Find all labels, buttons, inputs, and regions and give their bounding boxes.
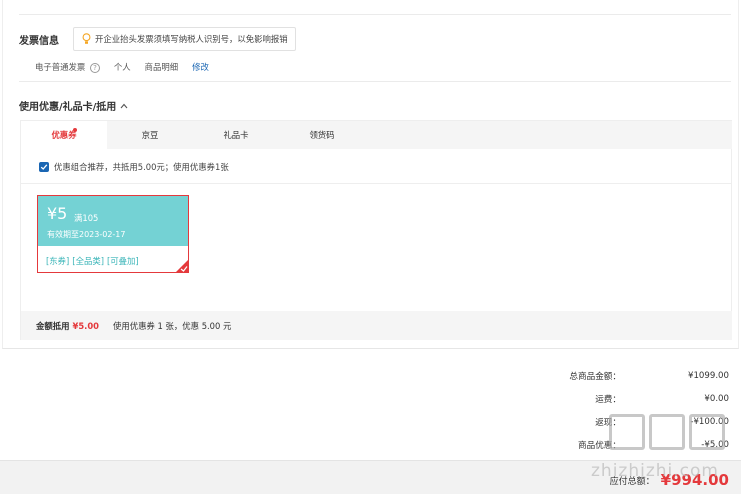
summary-row: 总商品金额： ¥1099.00 bbox=[559, 364, 729, 387]
order-summary: 总商品金额： ¥1099.00 运费： ¥0.00 返现： -¥100.00 商… bbox=[559, 364, 729, 456]
coupon-valid-date: 有效期至2023-02-17 bbox=[47, 230, 126, 239]
coupon-card-header: ¥5 满105 有效期至2023-02-17 bbox=[38, 196, 188, 246]
coupon-tag: [全品类] bbox=[72, 256, 104, 266]
divider bbox=[19, 81, 731, 82]
payable-amount: ¥994.00 bbox=[660, 471, 729, 489]
footer-detail: 使用优惠券 1 张，优惠 5.00 元 bbox=[113, 320, 232, 331]
check-icon bbox=[40, 164, 48, 170]
invoice-type: 电子普通发票 ? bbox=[35, 61, 100, 73]
coupon-tags: [东券] [全品类] [可叠加] bbox=[46, 255, 139, 267]
coupon-box: 优惠券 京豆 礼品卡 领货码 优惠组合推荐，共抵用5.00元；使用优惠券1张 ¥… bbox=[20, 120, 732, 340]
summary-value: -¥100.00 bbox=[690, 416, 729, 427]
tab-coupon[interactable]: 优惠券 bbox=[21, 121, 107, 149]
tab-gift-card[interactable]: 礼品卡 bbox=[193, 121, 279, 149]
summary-value: -¥5.00 bbox=[701, 439, 729, 450]
invoice-tip-text: 开企业抬头发票须填写纳税人识别号，以免影响报销 bbox=[95, 34, 288, 44]
coupon-section-toggle[interactable]: 使用优惠/礼品卡/抵用 bbox=[19, 98, 128, 113]
coupon-condition: 满105 bbox=[74, 213, 99, 223]
invoice-tip: 开企业抬头发票须填写纳税人识别号，以免影响报销 bbox=[73, 27, 296, 51]
summary-label: 运费： bbox=[595, 394, 621, 405]
coupon-card[interactable]: ¥5 满105 有效期至2023-02-17 [东券] [全品类] [可叠加] bbox=[37, 195, 189, 273]
footer-amount: ¥5.00 bbox=[72, 320, 100, 331]
combo-recommend: 优惠组合推荐，共抵用5.00元；使用优惠券1张 bbox=[39, 161, 229, 173]
coupon-section-title: 使用优惠/礼品卡/抵用 bbox=[19, 102, 117, 113]
coupon-tabs: 优惠券 京豆 礼品卡 领货码 bbox=[21, 121, 732, 149]
tab-jingdou[interactable]: 京豆 bbox=[107, 121, 193, 149]
summary-value: ¥1099.00 bbox=[687, 370, 729, 381]
divider bbox=[21, 183, 732, 184]
tab-label: 领货码 bbox=[309, 130, 335, 140]
tab-label: 京豆 bbox=[141, 130, 159, 140]
divider bbox=[19, 14, 731, 15]
summary-label: 返现： bbox=[595, 417, 621, 428]
help-icon[interactable]: ? bbox=[89, 63, 100, 73]
invoice-details: 电子普通发票 ? 个人 商品明细 修改 bbox=[35, 61, 223, 73]
combo-checkbox[interactable] bbox=[39, 162, 49, 172]
selected-check-icon bbox=[175, 259, 189, 273]
invoice-content: 商品明细 bbox=[144, 62, 179, 72]
new-dot bbox=[73, 128, 77, 132]
summary-row: 商品优惠： -¥5.00 bbox=[559, 433, 729, 456]
lightbulb-icon bbox=[82, 33, 91, 44]
order-panel: 发票信息 开企业抬头发票须填写纳税人识别号，以免影响报销 电子普通发票 ? 个人… bbox=[2, 0, 739, 349]
summary-row: 运费： ¥0.00 bbox=[559, 387, 729, 410]
coupon-tag: [可叠加] bbox=[106, 256, 139, 266]
summary-value: ¥0.00 bbox=[704, 393, 729, 404]
tab-redeem-code[interactable]: 领货码 bbox=[279, 121, 365, 149]
coupon-tag: [东券] bbox=[46, 256, 70, 266]
coupon-footer: 金额抵用 ¥5.00 使用优惠券 1 张，优惠 5.00 元 bbox=[21, 311, 732, 340]
invoice-section-title: 发票信息 bbox=[19, 36, 59, 47]
tab-label: 礼品卡 bbox=[223, 130, 249, 140]
summary-label: 总商品金额： bbox=[569, 371, 621, 382]
invoice-header: 个人 bbox=[113, 62, 131, 72]
invoice-type-label: 电子普通发票 bbox=[35, 62, 86, 72]
footer-label: 金额抵用 bbox=[36, 320, 70, 331]
summary-label: 商品优惠： bbox=[578, 440, 621, 451]
summary-row: 返现： -¥100.00 bbox=[559, 410, 729, 433]
invoice-modify-link[interactable]: 修改 bbox=[192, 61, 209, 73]
coupon-amount: ¥5 bbox=[47, 204, 68, 223]
combo-text: 优惠组合推荐，共抵用5.00元；使用优惠券1张 bbox=[54, 162, 229, 172]
chevron-up-icon bbox=[120, 103, 128, 108]
payable-total: 应付总额： ¥994.00 bbox=[610, 471, 729, 489]
payable-label: 应付总额： bbox=[609, 476, 655, 487]
